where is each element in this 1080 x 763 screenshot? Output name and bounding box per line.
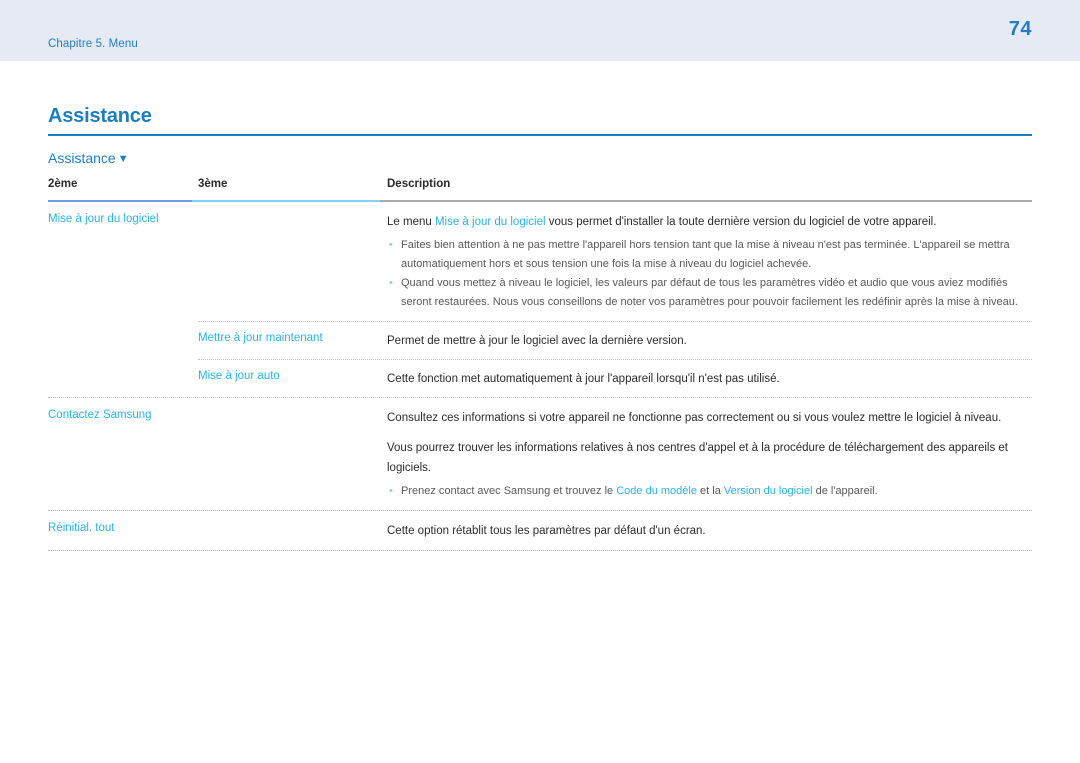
document-page: Chapitre 5. Menu 74 Assistance Assistanc… [0,0,1080,763]
description-paragraph: Cette fonction met automatiquement à jou… [387,373,780,385]
description-paragraph: Permet de mettre à jour le logiciel avec… [387,335,687,347]
term-label: Réinitial. tout [48,522,115,534]
title-divider [48,134,1032,136]
page-number: 74 [1008,18,1032,40]
table-cell-level2: Contactez Samsung [48,408,198,501]
list-item: Quand vous mettez à niveau le logiciel, … [387,274,1032,312]
table-cell-description: Permet de mettre à jour le logiciel avec… [387,331,1032,351]
term-label: Mise à jour auto [198,370,280,382]
subsection-label: Assistance [48,150,116,166]
row-divider [48,550,1032,551]
settings-table: 2ème 3ème Description Mise à jour du log… [48,178,1032,551]
table-row: Mise à jour du logiciel Le menu Mise à j… [48,202,1032,321]
triangle-down-icon: ▼ [117,153,129,165]
term-label: Mise à jour du logiciel [48,213,159,225]
page-title: Assistance [48,105,152,127]
table-row: Mise à jour auto Cette fonction met auto… [48,360,1032,397]
table-cell-level3: Mettre à jour maintenant [198,331,387,351]
description-text-tail: vous permet d'installer la toute dernièr… [545,216,937,228]
table-cell-level3: Mise à jour auto [198,369,387,389]
bullet-highlight-version-logiciel: Version du logiciel [723,485,813,497]
term-label: Contactez Samsung [48,409,152,421]
table-cell-level2: Réinitial. tout [48,521,198,541]
description-bullet-list: Prenez contact avec Samsung et trouvez l… [387,482,1032,501]
table-row: Mettre à jour maintenant Permet de mettr… [48,322,1032,359]
table-row: Réinitial. tout Cette option rétablit to… [48,511,1032,550]
page-header-band [0,0,1080,61]
description-paragraph: Cette option rétablit tous les paramètre… [387,525,706,537]
bullet-text-part1: Prenez contact avec Samsung et trouvez l… [401,485,617,497]
column-header-description: Description [387,178,451,190]
table-cell-level3 [198,408,387,501]
column-header-level3: 3ème [198,178,228,190]
bullet-text-part3: de l'appareil. [812,485,878,497]
table-cell-level2: Mise à jour du logiciel [48,212,198,312]
table-cell-description: Cette option rétablit tous les paramètre… [387,521,1032,541]
table-cell-description: Le menu Mise à jour du logiciel vous per… [387,212,1032,312]
table-cell-level3 [198,521,387,541]
description-bullet-list: Faites bien attention à ne pas mettre l'… [387,236,1032,312]
chapter-label: Chapitre 5. Menu [48,38,138,50]
subsection-title: Assistance ▼ [48,150,129,166]
table-row: Contactez Samsung Consultez ces informat… [48,398,1032,510]
description-paragraph: Le menu Mise à jour du logiciel vous per… [387,212,1032,232]
table-cell-level2 [48,331,198,351]
bullet-highlight-code-modele: Code du modèle [616,485,697,497]
list-item: Prenez contact avec Samsung et trouvez l… [387,482,1032,501]
list-item: Faites bien attention à ne pas mettre l'… [387,236,1032,274]
table-header-row: 2ème 3ème Description [48,178,1032,200]
bullet-text-part2: et la [696,485,724,497]
table-cell-description: Consultez ces informations si votre appa… [387,408,1032,501]
table-cell-level3 [198,212,387,312]
table-cell-description: Cette fonction met automatiquement à jou… [387,369,1032,389]
description-paragraph: Consultez ces informations si votre appa… [387,412,1002,424]
description-highlight-term: Mise à jour du logiciel [434,216,546,228]
column-header-level2: 2ème [48,178,78,190]
term-label: Mettre à jour maintenant [198,332,323,344]
description-paragraph: Vous pourrez trouver les informations re… [387,442,1008,474]
table-cell-level2 [48,369,198,389]
description-text-lead: Le menu [387,216,435,228]
